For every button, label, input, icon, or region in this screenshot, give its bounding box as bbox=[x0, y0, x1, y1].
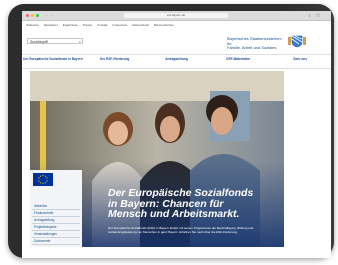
top-nav: Startseite Newsletter Ergebnisse Presse … bbox=[22, 21, 331, 30]
hero-body-text: Der Europäische Sozialfonds (ESF) in Bay… bbox=[108, 226, 254, 234]
minimize-window-button[interactable] bbox=[31, 14, 34, 17]
back-icon[interactable]: ‹ bbox=[44, 13, 49, 18]
sidebar-item[interactable]: Dokumente bbox=[32, 238, 80, 245]
address-bar[interactable]: esf.bayern.de bbox=[124, 13, 228, 18]
main-nav: Der Europäische Sozialfonds in Bayern De… bbox=[22, 54, 331, 69]
mainnav-item[interactable]: Der ESF-Förderung bbox=[84, 55, 146, 68]
mainnav-item[interactable]: Antragstellung bbox=[146, 55, 208, 68]
sidebar-item[interactable]: Förderaufrufe bbox=[32, 210, 80, 217]
topnav-item[interactable]: Barrierefreiheit bbox=[154, 23, 174, 30]
search-icon[interactable]: ⌕ bbox=[79, 39, 81, 45]
maximize-window-button[interactable] bbox=[36, 14, 39, 17]
bavaria-crest-logo[interactable] bbox=[287, 34, 307, 48]
sidebar-item[interactable]: Projektbeispiele bbox=[32, 224, 80, 231]
sidebar-menu: Aktuelles Förderaufrufe Antragstellung P… bbox=[32, 203, 80, 245]
ministry-name[interactable]: Bayerisches Staatsministerium für Famili… bbox=[227, 36, 285, 51]
topnav-item[interactable]: Presse bbox=[83, 23, 92, 30]
sidebar-item[interactable]: Aktuelles bbox=[32, 203, 80, 210]
mainnav-item[interactable]: ESF-Materialien bbox=[207, 55, 269, 68]
mainnav-item[interactable]: Über uns bbox=[269, 55, 331, 68]
topnav-item[interactable]: Ergebnisse bbox=[63, 23, 78, 30]
topnav-item[interactable]: Newsletter bbox=[44, 23, 58, 30]
search-input[interactable]: Suchbegriff ⌕ bbox=[27, 38, 83, 44]
close-window-button[interactable] bbox=[26, 14, 29, 17]
sidebar-item[interactable]: Antragstellung bbox=[32, 217, 80, 224]
hero-headline: Der Europäische Sozialfonds in Bayern: C… bbox=[108, 187, 254, 220]
topnav-item[interactable]: Datenschutz bbox=[132, 23, 149, 30]
site-header: Suchbegriff ⌕ Bayerisches Staatsminister… bbox=[22, 30, 331, 54]
topnav-item[interactable]: Kontakt bbox=[97, 23, 107, 30]
mainnav-item[interactable]: Der Europäische Sozialfonds in Bayern bbox=[22, 55, 84, 68]
tabs-icon[interactable]: ❐ bbox=[315, 13, 320, 18]
search-placeholder: Suchbegriff bbox=[30, 40, 48, 44]
eu-flag-logo bbox=[33, 173, 53, 186]
sidebar-item[interactable]: Veranstaltungen bbox=[32, 231, 80, 238]
sidebar: Aktuelles Förderaufrufe Antragstellung P… bbox=[30, 170, 82, 247]
topnav-item[interactable]: Startseite bbox=[26, 23, 39, 30]
topnav-item[interactable]: Impressum bbox=[112, 23, 127, 30]
browser-toolbar: ‹ › esf.bayern.de ⇧ ❐ bbox=[22, 11, 331, 21]
forward-icon[interactable]: › bbox=[50, 13, 55, 18]
share-icon[interactable]: ⇧ bbox=[307, 13, 312, 18]
